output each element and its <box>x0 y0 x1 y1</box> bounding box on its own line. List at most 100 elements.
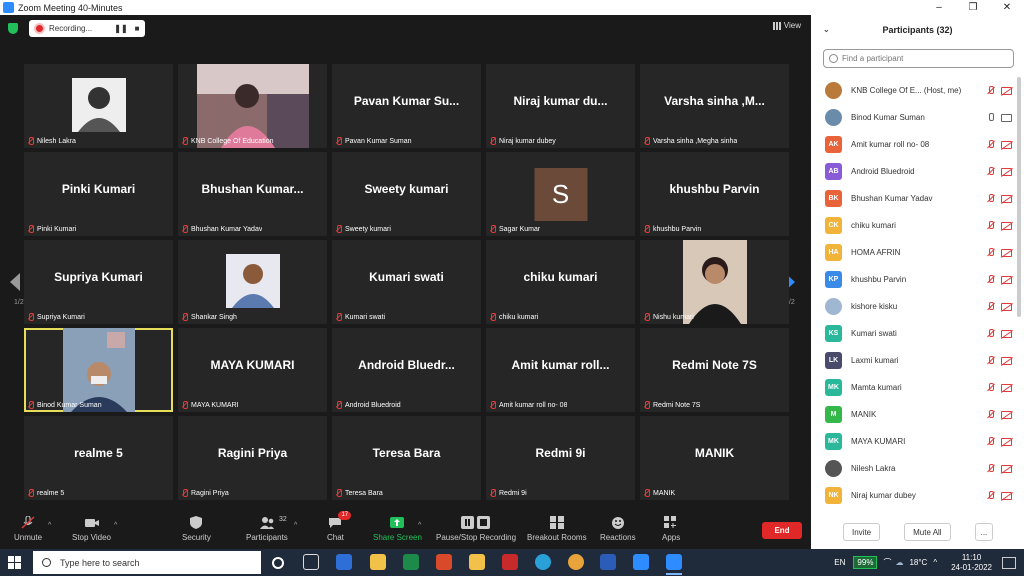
video-tile[interactable]: KNB College Of Education <box>178 64 327 148</box>
video-tile[interactable]: Nilesh Lakra <box>24 64 173 148</box>
video-off-icon[interactable] <box>1001 221 1012 230</box>
video-tile[interactable]: Supriya Kumari Supriya Kumari <box>24 240 173 324</box>
edge-icon[interactable] <box>535 554 551 570</box>
close-button[interactable]: ✕ <box>990 0 1024 15</box>
muted-mic-icon[interactable] <box>986 85 995 96</box>
task-view-icon[interactable] <box>303 554 319 570</box>
muted-mic-icon[interactable] <box>986 382 995 393</box>
folder-icon[interactable] <box>469 554 485 570</box>
mute-all-button[interactable]: Mute All <box>904 523 951 541</box>
stop-video-button[interactable]: Stop Video <box>72 516 111 542</box>
word-icon[interactable] <box>600 554 616 570</box>
security-button[interactable]: Security <box>182 516 211 542</box>
video-off-icon[interactable] <box>1001 491 1012 500</box>
file-explorer-icon[interactable] <box>370 554 386 570</box>
video-off-icon[interactable] <box>1001 275 1012 284</box>
video-off-icon[interactable] <box>1001 248 1012 257</box>
notification-center-icon[interactable] <box>1002 556 1016 569</box>
tray-overflow-caret-icon[interactable]: ^ <box>933 558 937 567</box>
participant-row[interactable]: NK Niraj kumar dubey <box>811 482 1016 509</box>
breakout-rooms-button[interactable]: Breakout Rooms <box>527 516 587 542</box>
video-tile[interactable]: Varsha sinha ,M... Varsha sinha ,Megha si… <box>640 64 789 148</box>
muted-mic-icon[interactable] <box>986 301 995 312</box>
encryption-shield-icon[interactable] <box>8 23 18 34</box>
prev-page-arrow-icon[interactable] <box>10 273 20 291</box>
video-tile[interactable]: MANIK MANIK <box>640 416 789 500</box>
participant-row[interactable]: BK Bhushan Kumar Yadav <box>811 185 1016 212</box>
maximize-button[interactable]: ❐ <box>956 0 990 15</box>
audio-options-caret-icon[interactable]: ^ <box>48 522 51 529</box>
invite-button[interactable]: Invite <box>843 523 881 541</box>
chat-button[interactable]: 17 Chat <box>327 511 352 542</box>
video-tile[interactable]: Pinki Kumari Pinki Kumari <box>24 152 173 236</box>
video-tile[interactable]: chiku kumari chiku kumari <box>486 240 635 324</box>
participant-list-scrollbar[interactable] <box>1017 77 1021 317</box>
view-button[interactable]: View <box>772 21 801 30</box>
stop-recording-icon[interactable]: ■ <box>129 24 145 33</box>
participant-row[interactable]: AB Android Bluedroid <box>811 158 1016 185</box>
participant-row[interactable]: kishore kisku <box>811 293 1016 320</box>
video-options-caret-icon[interactable]: ^ <box>114 522 117 529</box>
muted-mic-icon[interactable] <box>986 355 995 366</box>
muted-mic-icon[interactable] <box>986 166 995 177</box>
participant-row[interactable]: M MANIK <box>811 401 1016 428</box>
video-tile[interactable]: Kumari swati Kumari swati <box>332 240 481 324</box>
video-off-icon[interactable] <box>1001 356 1012 365</box>
mic-icon[interactable] <box>986 112 995 123</box>
pause-stop-recording-button[interactable]: Pause/Stop Recording <box>436 516 516 542</box>
muted-mic-icon[interactable] <box>986 193 995 204</box>
weather-temperature[interactable]: 18°C <box>909 558 927 567</box>
unmute-button[interactable]: Unmute <box>14 515 42 542</box>
pause-recording-icon[interactable]: ❚❚ <box>113 24 129 33</box>
participant-row[interactable]: KP khushbu Parvin <box>811 266 1016 293</box>
powerpoint-icon[interactable] <box>436 554 452 570</box>
video-tile[interactable]: Redmi Note 7S Redmi Note 7S <box>640 328 789 412</box>
share-screen-button[interactable]: Share Screen <box>373 516 422 542</box>
cortana-icon[interactable] <box>272 557 284 569</box>
muted-mic-icon[interactable] <box>986 220 995 231</box>
video-tile[interactable]: realme 5 realme 5 <box>24 416 173 500</box>
video-off-icon[interactable] <box>1001 86 1012 95</box>
reactions-button[interactable]: Reactions <box>600 516 636 542</box>
minimize-button[interactable]: – <box>922 0 956 15</box>
participants-caret-icon[interactable]: ^ <box>294 522 297 529</box>
collapse-chevron-icon[interactable]: ⌄ <box>823 25 830 34</box>
video-tile[interactable]: Ragini Priya Ragini Priya <box>178 416 327 500</box>
muted-mic-icon[interactable] <box>986 490 995 501</box>
video-tile[interactable]: Teresa Bara Teresa Bara <box>332 416 481 500</box>
muted-mic-icon[interactable] <box>986 463 995 474</box>
share-options-caret-icon[interactable]: ^ <box>418 522 421 529</box>
app-icon-1[interactable] <box>336 554 352 570</box>
video-off-icon[interactable] <box>1001 329 1012 338</box>
office-icon[interactable] <box>502 554 518 570</box>
participant-search-input[interactable]: Find a participant <box>823 49 1014 68</box>
more-options-button[interactable]: ... <box>974 523 994 541</box>
participant-row[interactable]: Nilesh Lakra <box>811 455 1016 482</box>
video-off-icon[interactable] <box>1001 194 1012 203</box>
video-tile[interactable]: Pavan Kumar Su... Pavan Kumar Suman <box>332 64 481 148</box>
muted-mic-icon[interactable] <box>986 328 995 339</box>
muted-mic-icon[interactable] <box>986 139 995 150</box>
muted-mic-icon[interactable] <box>986 409 995 420</box>
windows-start-icon[interactable] <box>8 556 21 569</box>
participant-row[interactable]: LK Laxmi kumari <box>811 347 1016 374</box>
participant-row[interactable]: KNB College Of E... (Host, me) <box>811 77 1016 104</box>
video-off-icon[interactable] <box>1001 383 1012 392</box>
video-tile[interactable]: Redmi 9i Redmi 9i <box>486 416 635 500</box>
video-tile[interactable]: Bhushan Kumar... Bhushan Kumar Yadav <box>178 152 327 236</box>
language-indicator[interactable]: EN <box>834 558 845 567</box>
participant-row[interactable]: Binod Kumar Suman <box>811 104 1016 131</box>
participant-row[interactable]: MK Mamta kumari <box>811 374 1016 401</box>
participant-row[interactable]: MK MAYA KUMARI <box>811 428 1016 455</box>
taskbar-clock[interactable]: 11:10 24-01-2022 <box>951 553 992 573</box>
video-tile[interactable]: khushbu Parvin khushbu Parvin <box>640 152 789 236</box>
muted-mic-icon[interactable] <box>986 436 995 447</box>
video-off-icon[interactable] <box>1001 140 1012 149</box>
muted-mic-icon[interactable] <box>986 274 995 285</box>
end-meeting-button[interactable]: End <box>762 522 802 539</box>
video-tile[interactable]: Nishu kumari <box>640 240 789 324</box>
video-off-icon[interactable] <box>1001 302 1012 311</box>
chrome-icon[interactable] <box>568 554 584 570</box>
participant-row[interactable]: KS Kumari swati <box>811 320 1016 347</box>
participant-row[interactable]: CK chiku kumari <box>811 212 1016 239</box>
